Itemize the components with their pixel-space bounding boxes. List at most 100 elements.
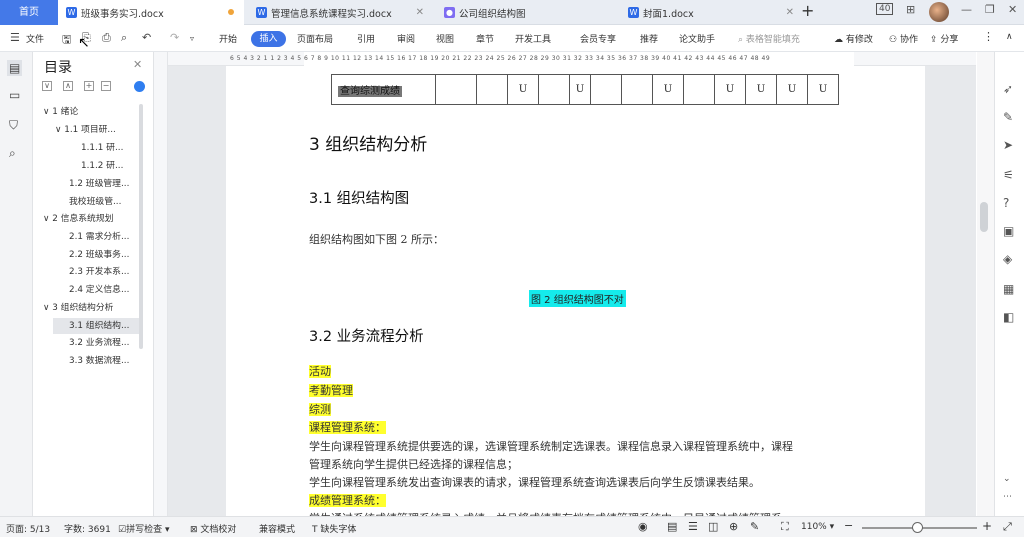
outline-panel-icon[interactable]: ▤ [7, 60, 23, 76]
tab-document-2[interactable]: W 管理信息系统课程实习.docx ✕ [248, 0, 432, 25]
outline-item[interactable]: 3.3 数据流程... [69, 353, 139, 369]
missing-font-button[interactable]: T 缺失字体 [312, 522, 356, 535]
close-tab-icon[interactable]: ✕ [786, 7, 794, 18]
search-icon[interactable]: ⌕ [9, 146, 16, 161]
outline-item[interactable]: ∨ 1.1 项目研... [55, 122, 139, 138]
word-count[interactable]: 字数: 3691 [64, 522, 111, 535]
outline-item[interactable]: ∨ 1 绪论 [43, 104, 139, 120]
more-icon[interactable]: ⋯ [1003, 492, 1012, 502]
outline-item[interactable]: 1.1.2 研... [81, 158, 139, 174]
help-icon[interactable]: ? [1003, 196, 1009, 210]
web-view-icon[interactable]: ⊕ [729, 520, 738, 533]
read-view-icon[interactable]: ◫ [708, 520, 718, 533]
print-icon[interactable]: ⎙ [102, 31, 111, 45]
bookmark-icon[interactable]: ⛉ [9, 118, 18, 133]
outline-item[interactable]: 1.2 班级管理... [69, 176, 139, 192]
chevron-down-icon[interactable]: ∨ [43, 214, 49, 224]
select-cursor-icon[interactable]: ➤ [1003, 138, 1013, 152]
table-cell[interactable]: U [714, 74, 746, 105]
table-cell[interactable] [590, 74, 622, 105]
fit-page-icon[interactable]: ⛶ [781, 520, 789, 534]
chevron-down-icon[interactable]: ∨ [43, 303, 49, 313]
eye-protect-icon[interactable]: ◉ [638, 520, 648, 533]
chapter-nav-icon[interactable]: ▭ [9, 88, 20, 102]
redo-icon[interactable]: ↷ [170, 31, 179, 44]
expand-all-icon[interactable]: ∧ [63, 81, 73, 91]
undo-icon[interactable]: ↶ [142, 31, 151, 44]
menu-recommend[interactable]: 推荐 [640, 32, 658, 45]
outline-item[interactable]: 2.2 班级事务... [69, 247, 139, 263]
fullscreen-icon[interactable]: ⤢ [1003, 520, 1012, 534]
proofread-button[interactable]: ⊠ 文档校对 [190, 522, 236, 535]
spell-check-button[interactable]: ☑拼写检查 ▾ [118, 522, 169, 535]
outline-item-selected[interactable]: 3.1 组织结构... [53, 318, 139, 334]
table-cell[interactable] [476, 74, 508, 105]
outline-item[interactable]: 2.3 开发本系... [69, 264, 139, 280]
collapse-all-icon[interactable]: ∨ [42, 81, 52, 91]
outline-scrollbar[interactable] [139, 104, 143, 349]
outline-item[interactable]: ∨ 2 信息系统规划 [43, 211, 139, 227]
more-options-icon[interactable]: ⋮ [983, 30, 994, 43]
table-cell[interactable]: U [776, 74, 808, 105]
smart-toc-icon[interactable] [134, 81, 145, 92]
add-heading-icon[interactable]: + [84, 81, 94, 91]
outline-item[interactable]: 2.1 需求分析... [69, 229, 139, 245]
unsaved-changes-button[interactable]: ☁ 有修改 [834, 32, 873, 45]
outline-item[interactable]: 我校班级管... [69, 194, 139, 210]
collapse-ribbon-icon[interactable]: ∧ [1006, 32, 1013, 42]
tab-document-1[interactable]: W 班级事务实习.docx [58, 0, 244, 25]
table-cell[interactable] [683, 74, 715, 105]
rocket-icon[interactable]: ➶ [1003, 82, 1013, 96]
avatar[interactable] [929, 2, 949, 22]
minimize-icon[interactable]: — [961, 3, 972, 16]
page-view-icon[interactable]: ▤ [667, 520, 677, 533]
save-icon[interactable]: 🖫 [62, 31, 71, 50]
pen-icon[interactable]: ✎ [1003, 110, 1013, 124]
chevron-down-icon[interactable]: ▿ [190, 34, 194, 43]
tab-document-4[interactable]: W 封面1.docx ✕ [620, 0, 798, 25]
zoom-slider-handle[interactable] [912, 522, 923, 533]
menu-member[interactable]: 会员专享 [580, 32, 616, 45]
new-tab-button[interactable]: + [801, 1, 814, 20]
table-cell[interactable]: U [569, 74, 591, 105]
outline-view-icon[interactable]: ☰ [688, 520, 698, 533]
table-cell[interactable]: U [807, 74, 839, 105]
zoom-in-button[interactable]: + [982, 519, 992, 533]
menu-chapter[interactable]: 章节 [476, 32, 494, 45]
table-cell[interactable]: U [745, 74, 777, 105]
zoom-level[interactable]: 110% ▾ [801, 522, 834, 532]
layout-icon[interactable]: ⊞ [906, 3, 915, 16]
close-tab-icon[interactable]: ✕ [416, 7, 424, 18]
outline-item[interactable]: 2.4 定义信息... [69, 282, 139, 298]
settings-sliders-icon[interactable]: ⚟ [1003, 168, 1014, 182]
tab-document-3[interactable]: ● 公司组织结构图 [436, 0, 616, 25]
collaborate-button[interactable]: ⚇ 协作 [889, 32, 918, 45]
file-menu[interactable]: 文件 [26, 32, 44, 45]
outline-item[interactable]: ∨ 3 组织结构分析 [43, 300, 139, 316]
badge-icon[interactable]: 40 [876, 3, 894, 15]
table-cell[interactable] [538, 74, 570, 105]
outline-item[interactable]: 1.1.1 研... [81, 140, 139, 156]
menu-start[interactable]: 开始 [219, 32, 237, 45]
write-view-icon[interactable]: ✎ [750, 520, 759, 533]
menu-insert[interactable]: 插入 [251, 31, 286, 47]
table-cell[interactable]: U [507, 74, 539, 105]
search-input[interactable]: ⌕ 表格智能填充 [738, 32, 800, 45]
close-window-icon[interactable]: ✕ [1008, 3, 1017, 16]
vertical-scrollbar[interactable] [977, 52, 994, 516]
outline-item[interactable]: 3.2 业务流程... [69, 335, 139, 351]
menu-thesis-assistant[interactable]: 论文助手 [679, 32, 715, 45]
book-icon[interactable]: ◧ [1003, 310, 1014, 324]
zoom-out-button[interactable]: − [844, 519, 853, 532]
table-cell[interactable] [621, 74, 653, 105]
location-icon[interactable]: ◈ [1003, 252, 1012, 266]
menu-view[interactable]: 视图 [436, 32, 454, 45]
menu-layout[interactable]: 页面布局 [297, 32, 333, 45]
menu-icon[interactable]: ☰ [10, 31, 20, 44]
menu-references[interactable]: 引用 [357, 32, 375, 45]
share-button[interactable]: ⇪ 分享 [930, 32, 958, 45]
print-preview-icon[interactable]: ⌕ [121, 31, 127, 45]
scrollbar-thumb[interactable] [980, 202, 988, 232]
table-cell[interactable] [435, 74, 477, 105]
restore-icon[interactable]: ❐ [985, 3, 995, 16]
